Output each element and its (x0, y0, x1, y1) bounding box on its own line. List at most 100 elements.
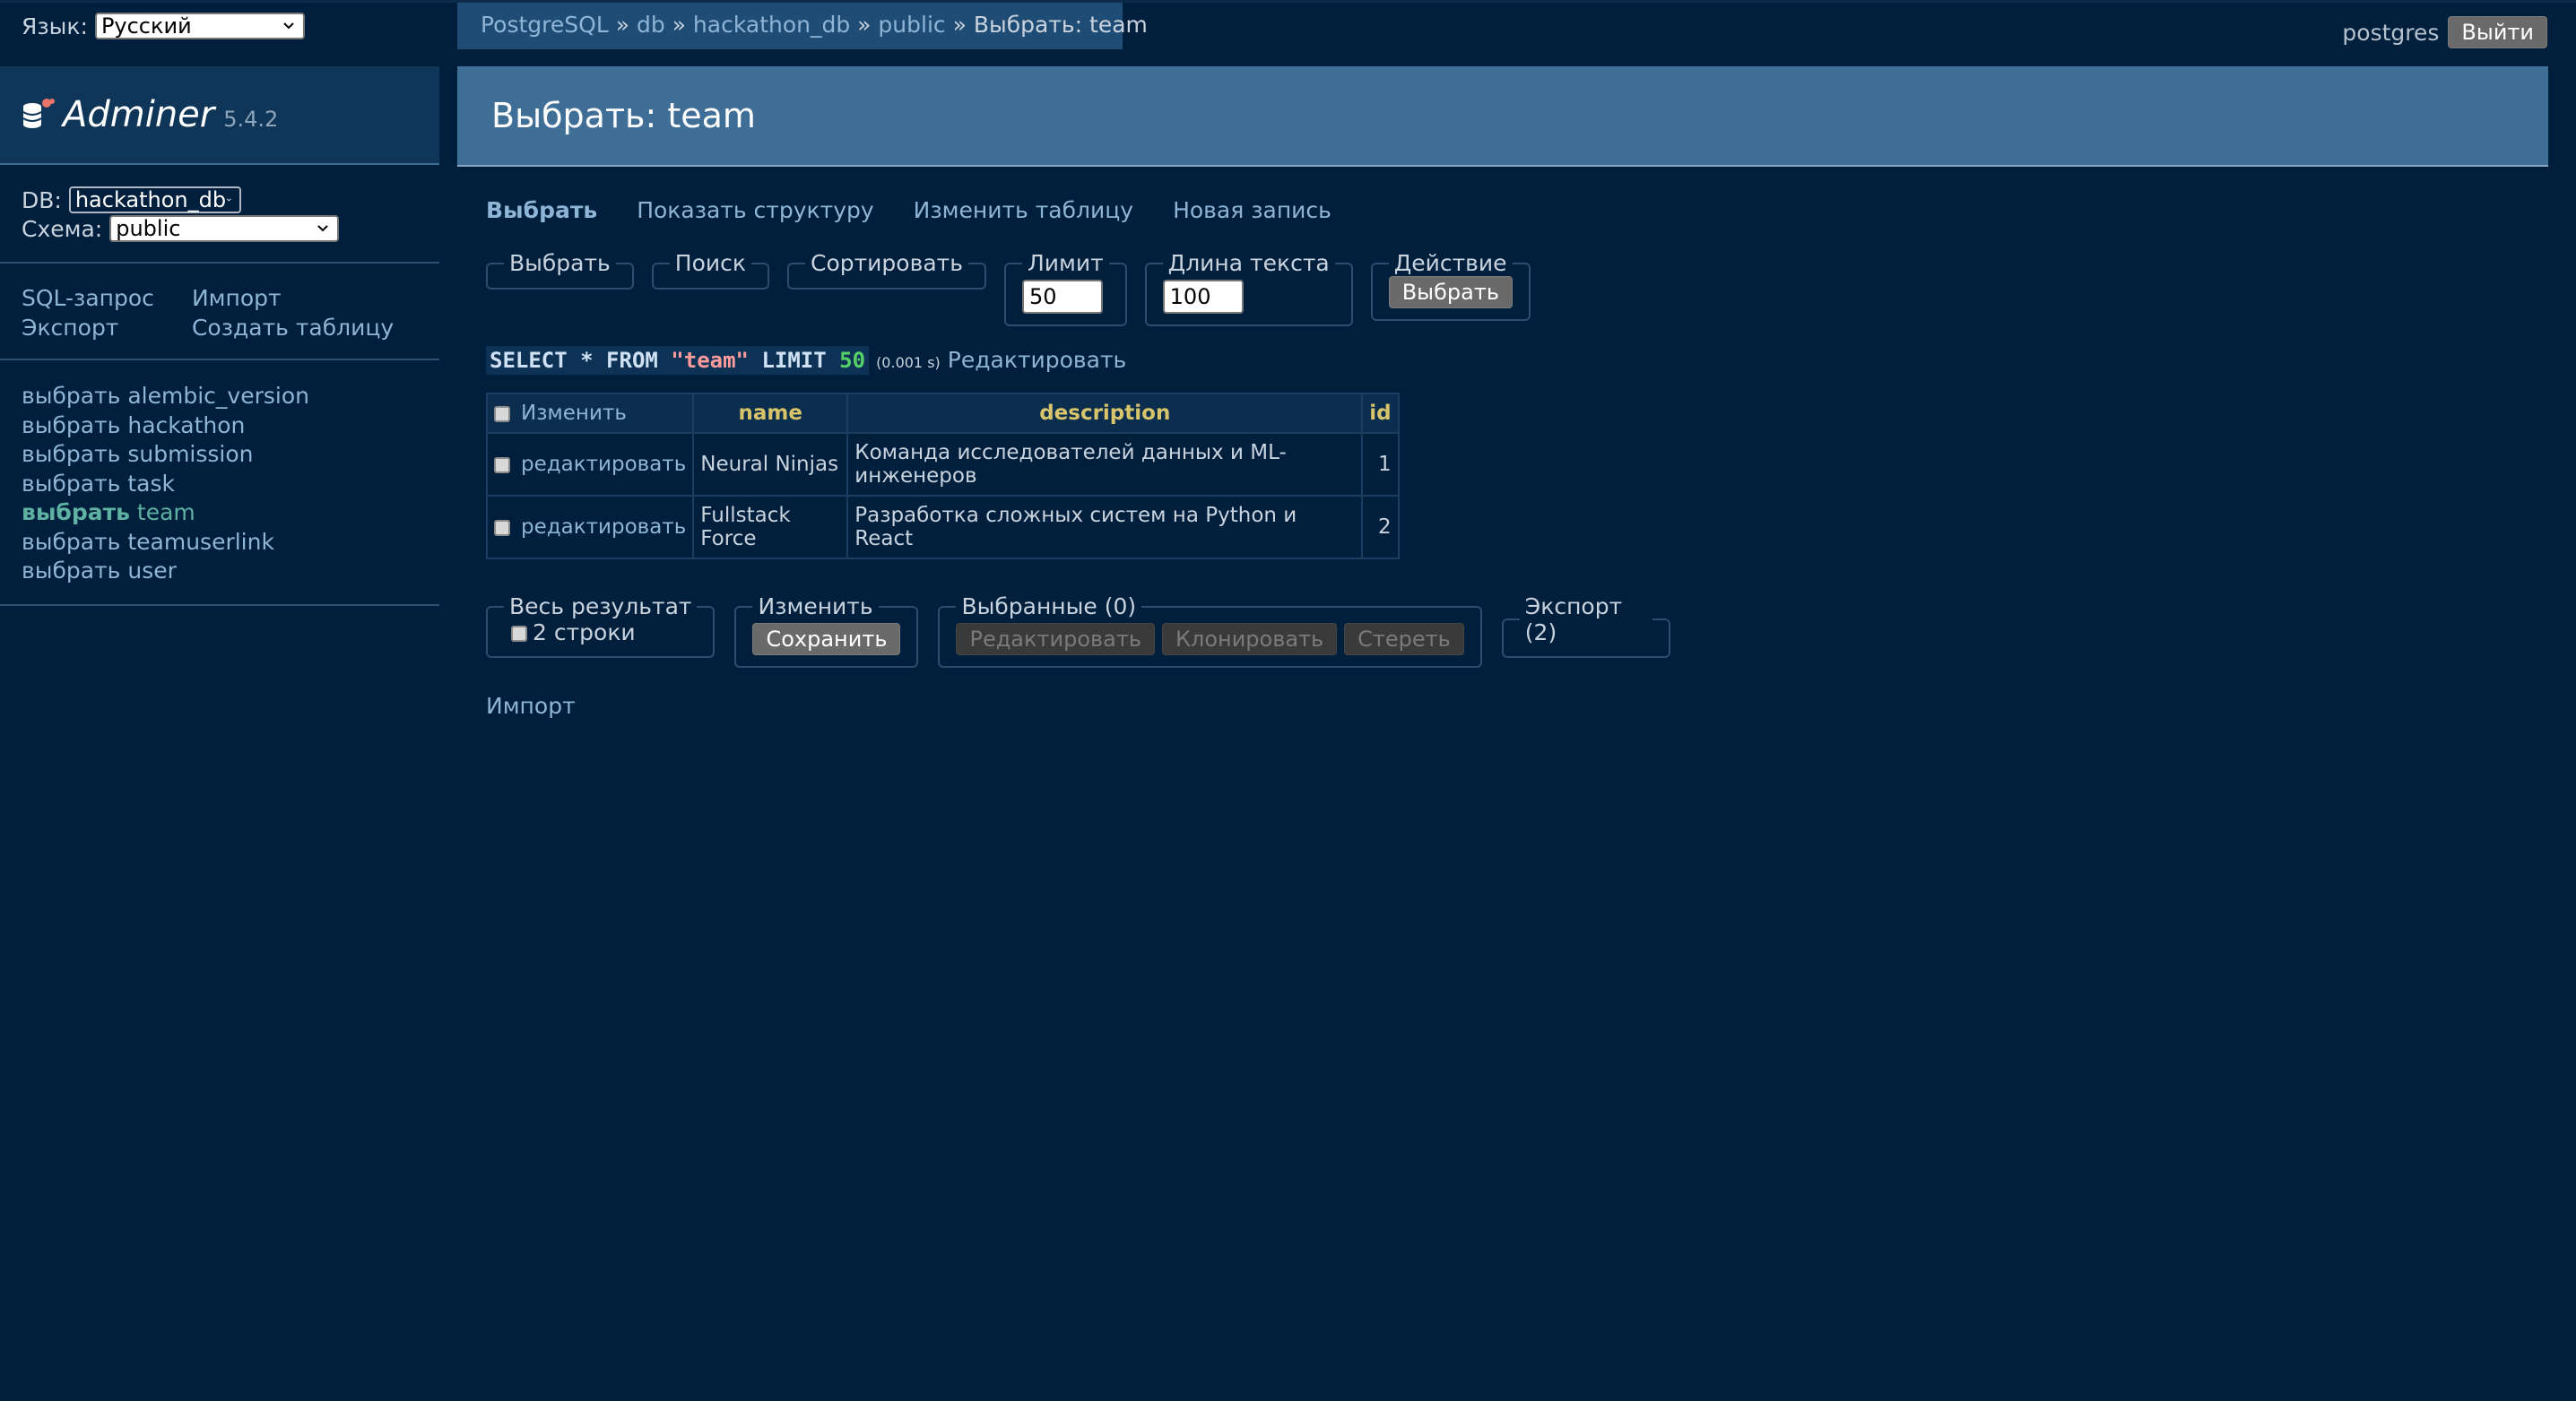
table-item[interactable]: выбрать alembic_version (22, 382, 418, 411)
schema-select[interactable]: public (109, 215, 340, 242)
database-icon (22, 99, 55, 128)
bulk-actions: Весь результат 2 строки Изменить Сохрани… (486, 593, 1670, 668)
cell-id: 2 (1361, 495, 1400, 559)
select-columns-legend[interactable]: Выбрать (504, 250, 616, 276)
select-all-checkbox[interactable] (494, 405, 510, 422)
breadcrumb-item-database[interactable]: hackathon_db (693, 12, 850, 38)
text-length-legend: Длина текста (1167, 250, 1330, 276)
search-legend[interactable]: Поиск (670, 250, 751, 276)
cell-description: Разработка сложных систем на Python и Re… (846, 495, 1364, 559)
table-item[interactable]: выбрать submission (22, 440, 418, 470)
row-checkbox[interactable] (494, 456, 510, 473)
db-row: DB: hackathon_db (22, 186, 418, 213)
save-button[interactable]: Сохранить (752, 623, 901, 655)
table-item[interactable]: выбрать teamuserlink (22, 528, 418, 558)
breadcrumb-item-postgresql[interactable]: PostgreSQL (481, 12, 609, 38)
sidebar: Adminer 5.4.2 DB: hackathon_db Схема: pu… (0, 66, 439, 606)
query-time: (0.001 s) (876, 354, 941, 371)
table-header-row: Изменить name description id (485, 393, 1400, 434)
tab-structure[interactable]: Показать структуру (637, 197, 873, 223)
text-length-input[interactable] (1162, 280, 1244, 314)
import-link[interactable]: Импорт (192, 285, 394, 311)
sidebar-links: SQL-запрос Импорт Экспорт Создать таблиц… (0, 264, 439, 360)
table-row: редактировать Neural Ninjas Команда иссл… (485, 432, 1400, 497)
table-item-active[interactable]: выбрать team (22, 498, 418, 528)
limit-legend: Лимит (1027, 250, 1104, 276)
breadcrumb-item-db[interactable]: db (637, 12, 665, 38)
header-description[interactable]: description (846, 393, 1364, 434)
cell-id: 1 (1361, 432, 1400, 497)
cell-name: Fullstack Force (692, 495, 849, 559)
header-id[interactable]: id (1361, 393, 1400, 434)
chevron-down-icon (283, 22, 294, 30)
top-border (0, 0, 2576, 3)
select-panel: Выбрать Показать структуру Изменить табл… (485, 197, 1670, 719)
whole-result-fieldset: Весь результат 2 строки (486, 593, 716, 658)
logout-area: postgres Выйти (2342, 16, 2547, 48)
results-table: Изменить name description id редактирова… (485, 393, 1400, 559)
select-columns-fieldset[interactable]: Выбрать (486, 250, 634, 290)
rows-count-label: 2 строки (533, 619, 636, 645)
schema-row: Схема: public (22, 215, 418, 242)
edit-row-link[interactable]: редактировать (521, 453, 686, 476)
breadcrumb-item-schema[interactable]: public (878, 12, 945, 38)
limit-fieldset: Лимит (1003, 250, 1127, 326)
cell-description: Команда исследователей данных и ML-инжен… (846, 432, 1364, 497)
clone-selected-button[interactable]: Клонировать (1161, 623, 1338, 655)
import-data-link: Импорт (486, 693, 576, 719)
chevron-down-icon (317, 225, 328, 232)
app-version: 5.4.2 (223, 107, 279, 132)
row-checkbox[interactable] (494, 519, 510, 536)
action-fieldset: Действие Выбрать (1370, 250, 1531, 321)
edit-selected-button[interactable]: Редактировать (956, 623, 1155, 655)
selected-legend: Выбранные (0) (961, 593, 1137, 619)
filter-bar: Выбрать Поиск Сортировать Лимит Длина те… (486, 250, 1670, 326)
edit-row-link[interactable]: редактировать (521, 515, 686, 539)
tab-alter-table[interactable]: Изменить таблицу (914, 197, 1133, 223)
current-user: postgres (2342, 19, 2440, 46)
header-name[interactable]: name (692, 393, 849, 434)
table-item[interactable]: выбрать task (22, 470, 418, 499)
app-name[interactable]: Adminer (63, 94, 214, 135)
logo-bar: Adminer 5.4.2 (0, 66, 439, 165)
table-row: редактировать Fullstack Force Разработка… (485, 495, 1400, 559)
sort-legend[interactable]: Сортировать (805, 250, 968, 276)
select-submit-button[interactable]: Выбрать (1388, 276, 1513, 308)
whole-result-checkbox[interactable] (511, 626, 527, 642)
breadcrumb: PostgreSQL » db » hackathon_db » public … (457, 3, 1148, 49)
language-select[interactable]: Русский (94, 13, 305, 39)
tab-select[interactable]: Выбрать (486, 197, 597, 223)
export-legend[interactable]: Экспорт (2) (1520, 593, 1652, 645)
whole-result-legend: Весь результат (509, 593, 692, 619)
table-list: выбрать alembic_version выбрать hackatho… (0, 360, 439, 606)
main-content: Выбрать: team Выбрать Показать структуру… (457, 66, 2548, 719)
db-label: DB: (22, 186, 62, 213)
edit-query-link[interactable]: Редактировать (948, 347, 1127, 373)
tab-new-item[interactable]: Новая запись (1173, 197, 1331, 223)
logout-button[interactable]: Выйти (2448, 16, 2547, 48)
export-fieldset[interactable]: Экспорт (2) (1501, 593, 1670, 658)
modify-legend: Изменить (758, 593, 873, 619)
cell-name: Neural Ninjas (692, 432, 849, 497)
sql-query: SELECT * FROM "team" LIMIT 50 (0.001 s) … (486, 346, 1670, 375)
language-selector: Язык: Русский (22, 13, 305, 39)
db-select[interactable]: hackathon_db (68, 186, 241, 213)
query-code: SELECT * FROM "team" LIMIT 50 (486, 346, 870, 375)
action-tabs: Выбрать Показать структуру Изменить табл… (486, 197, 1670, 223)
export-link[interactable]: Экспорт (22, 315, 154, 341)
action-legend: Действие (1393, 250, 1507, 276)
page-title: Выбрать: team (491, 96, 756, 135)
delete-selected-button[interactable]: Стереть (1344, 623, 1464, 655)
header-modify: Изменить (485, 393, 695, 434)
create-table-link[interactable]: Создать таблицу (192, 315, 394, 341)
db-selection: DB: hackathon_db Схема: public (0, 165, 439, 264)
table-item[interactable]: выбрать user (22, 557, 418, 586)
sort-fieldset[interactable]: Сортировать (786, 250, 986, 290)
limit-input[interactable] (1021, 280, 1103, 314)
selected-fieldset: Выбранные (0) Редактировать Клонировать … (938, 593, 1482, 668)
sql-command-link[interactable]: SQL-запрос (22, 285, 154, 311)
search-fieldset[interactable]: Поиск (651, 250, 769, 290)
modify-fieldset: Изменить Сохранить (734, 593, 919, 668)
table-item[interactable]: выбрать hackathon (22, 411, 418, 441)
schema-label: Схема: (22, 215, 103, 242)
